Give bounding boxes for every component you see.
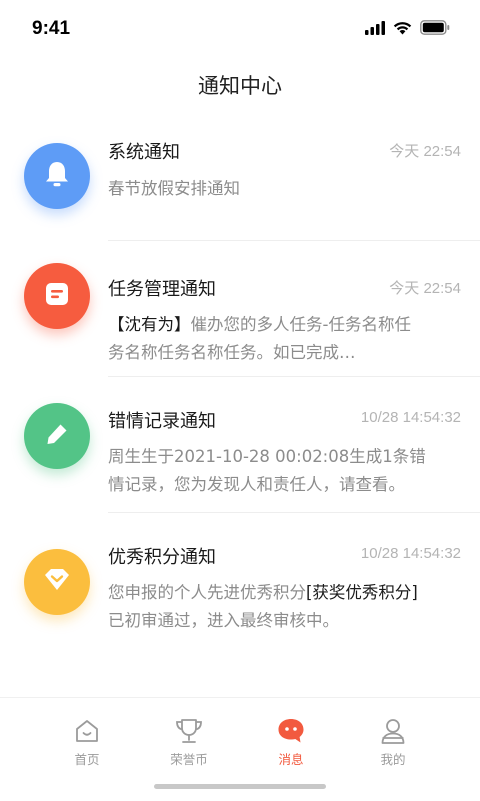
wifi-icon: [393, 20, 412, 39]
tab-profile[interactable]: 我的: [353, 716, 433, 768]
task-doc-icon: [44, 281, 70, 311]
notice-icon-circle: [24, 263, 90, 329]
notice-time: 10/28 14:54:32: [360, 545, 461, 562]
notice-item-system[interactable]: 系统通知 今天 22:54 春节放假安排通知: [0, 118, 480, 241]
notice-title: 任务管理通知: [108, 279, 216, 300]
notice-icon-circle: [24, 143, 90, 209]
tab-label: 首页: [74, 752, 100, 767]
status-icons: [365, 20, 450, 39]
notice-icon-circle: [24, 403, 90, 469]
battery-icon: [420, 20, 450, 39]
trophy-icon: [149, 716, 229, 746]
notice-body-text: 催办您的多人任务-任务名称任: [190, 315, 411, 334]
message-icon: [251, 716, 331, 746]
notice-highlight: 【沈有为】: [108, 315, 191, 334]
notice-item-error-record[interactable]: 错情记录通知 10/28 14:54:32 周生生于2021-10-28 00:…: [0, 377, 480, 513]
tab-label: 我的: [380, 752, 406, 767]
notice-time: 10/28 14:54:32: [360, 409, 461, 426]
bell-icon: [44, 160, 70, 192]
notice-time: 今天 22:54: [389, 280, 461, 297]
user-icon: [353, 716, 433, 746]
notice-title: 优秀积分通知: [108, 547, 216, 568]
notice-body-text: 周生生于2021-10-28 00:02:08生成1条错: [108, 447, 426, 466]
notice-body-text: 务名称任务名称任务。如已完成…: [108, 343, 356, 362]
tab-messages[interactable]: 消息: [251, 716, 331, 768]
home-indicator: [154, 784, 326, 789]
page-title: 通知中心: [198, 74, 282, 98]
tab-home[interactable]: 首页: [47, 716, 127, 768]
tab-label: 荣誉币: [170, 752, 208, 767]
notice-item-excellence-points[interactable]: 优秀积分通知 10/28 14:54:32 您申报的个人先进优秀积分[获奖优秀积…: [0, 513, 480, 663]
notice-item-task[interactable]: 任务管理通知 今天 22:54 【沈有为】催办您的多人任务-任务名称任 务名称任…: [0, 241, 480, 377]
notice-list: 系统通知 今天 22:54 春节放假安排通知 任务管理通知 今天 22:54 【…: [0, 118, 480, 663]
notice-highlight: [获奖优秀积分]: [306, 583, 418, 602]
tab-label: 消息: [278, 752, 304, 767]
diamond-icon: [43, 567, 71, 597]
status-bar: 9:41: [0, 0, 480, 58]
notice-body-text: 您申报的个人先进优秀积分: [108, 583, 306, 602]
home-icon: [47, 716, 127, 746]
notice-body: 【沈有为】催办您的多人任务-任务名称任 务名称任务名称任务。如已完成…: [108, 311, 458, 367]
notice-title: 错情记录通知: [108, 411, 216, 432]
notice-body: 您申报的个人先进优秀积分[获奖优秀积分] 已初审通过，进入最终审核中。: [108, 579, 458, 635]
notice-time: 今天 22:54: [389, 143, 461, 160]
notice-body: 春节放假安排通知: [108, 179, 240, 198]
notice-icon-circle: [24, 549, 90, 615]
notice-body-text: 已初审通过，进入最终审核中。: [108, 611, 339, 630]
status-time: 9:41: [32, 18, 71, 39]
notice-body-text: 情记录，您为发现人和责任人，请查看。: [108, 475, 405, 494]
pencil-icon: [44, 421, 70, 451]
notice-body: 周生生于2021-10-28 00:02:08生成1条错 情记录，您为发现人和责…: [108, 443, 458, 499]
notice-title: 系统通知: [108, 142, 180, 163]
tab-honor-coin[interactable]: 荣誉币: [149, 716, 229, 768]
signal-icon: [365, 20, 385, 39]
